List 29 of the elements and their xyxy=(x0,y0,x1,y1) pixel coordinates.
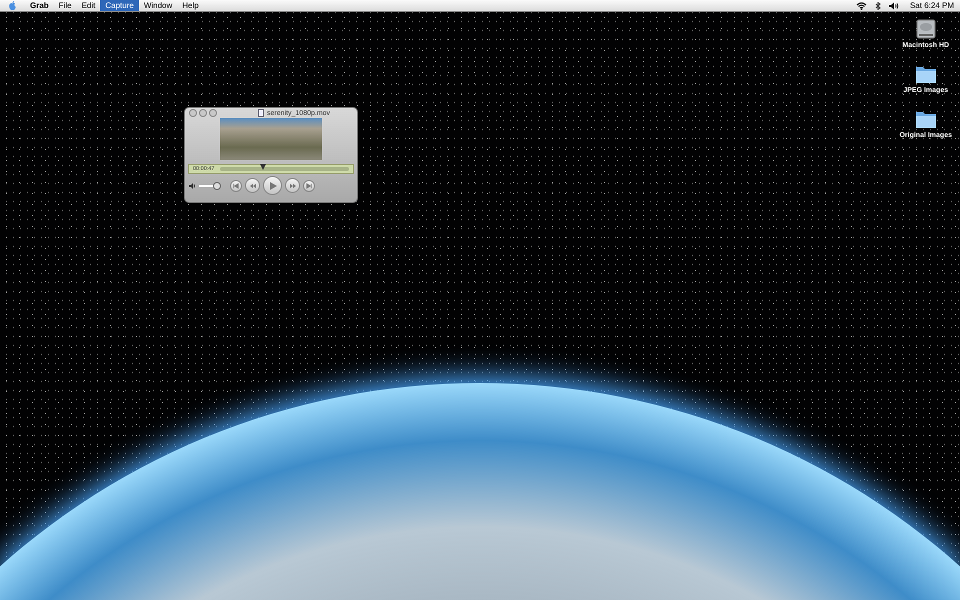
close-button[interactable] xyxy=(189,109,197,117)
menu-item[interactable]: Grab xyxy=(25,0,54,11)
playhead-handle[interactable] xyxy=(260,164,266,170)
rewind-icon xyxy=(248,182,256,188)
apple-logo-icon[interactable] xyxy=(8,0,17,10)
rewind-button[interactable] xyxy=(245,178,260,193)
play-button[interactable] xyxy=(263,176,282,195)
volume-slider-thumb[interactable] xyxy=(213,182,221,190)
speaker-icon[interactable] xyxy=(888,2,899,10)
bluetooth-icon[interactable] xyxy=(874,2,882,10)
hard-drive-icon[interactable] xyxy=(914,18,937,40)
zoom-button[interactable] xyxy=(209,109,217,117)
document-icon xyxy=(258,109,264,117)
menu-item[interactable]: Edit xyxy=(76,0,100,11)
wifi-icon[interactable] xyxy=(856,2,867,10)
fast-forward-icon xyxy=(288,182,296,188)
speaker-icon xyxy=(189,182,196,188)
fast-forward-button[interactable] xyxy=(285,178,300,193)
menu-item[interactable]: Help xyxy=(177,0,204,11)
minimize-button[interactable] xyxy=(199,109,207,117)
menu-clock[interactable]: Sat 6:24 PM xyxy=(910,1,954,10)
skip-forward-icon xyxy=(306,182,312,188)
menu-item[interactable]: Capture xyxy=(100,0,139,11)
skip-back-icon xyxy=(233,182,239,188)
skip-to-start-button[interactable] xyxy=(230,180,242,192)
skip-to-end-button[interactable] xyxy=(303,180,315,192)
menu-item[interactable]: Window xyxy=(138,0,178,11)
menu-item[interactable]: File xyxy=(54,0,77,11)
play-icon xyxy=(268,182,276,190)
